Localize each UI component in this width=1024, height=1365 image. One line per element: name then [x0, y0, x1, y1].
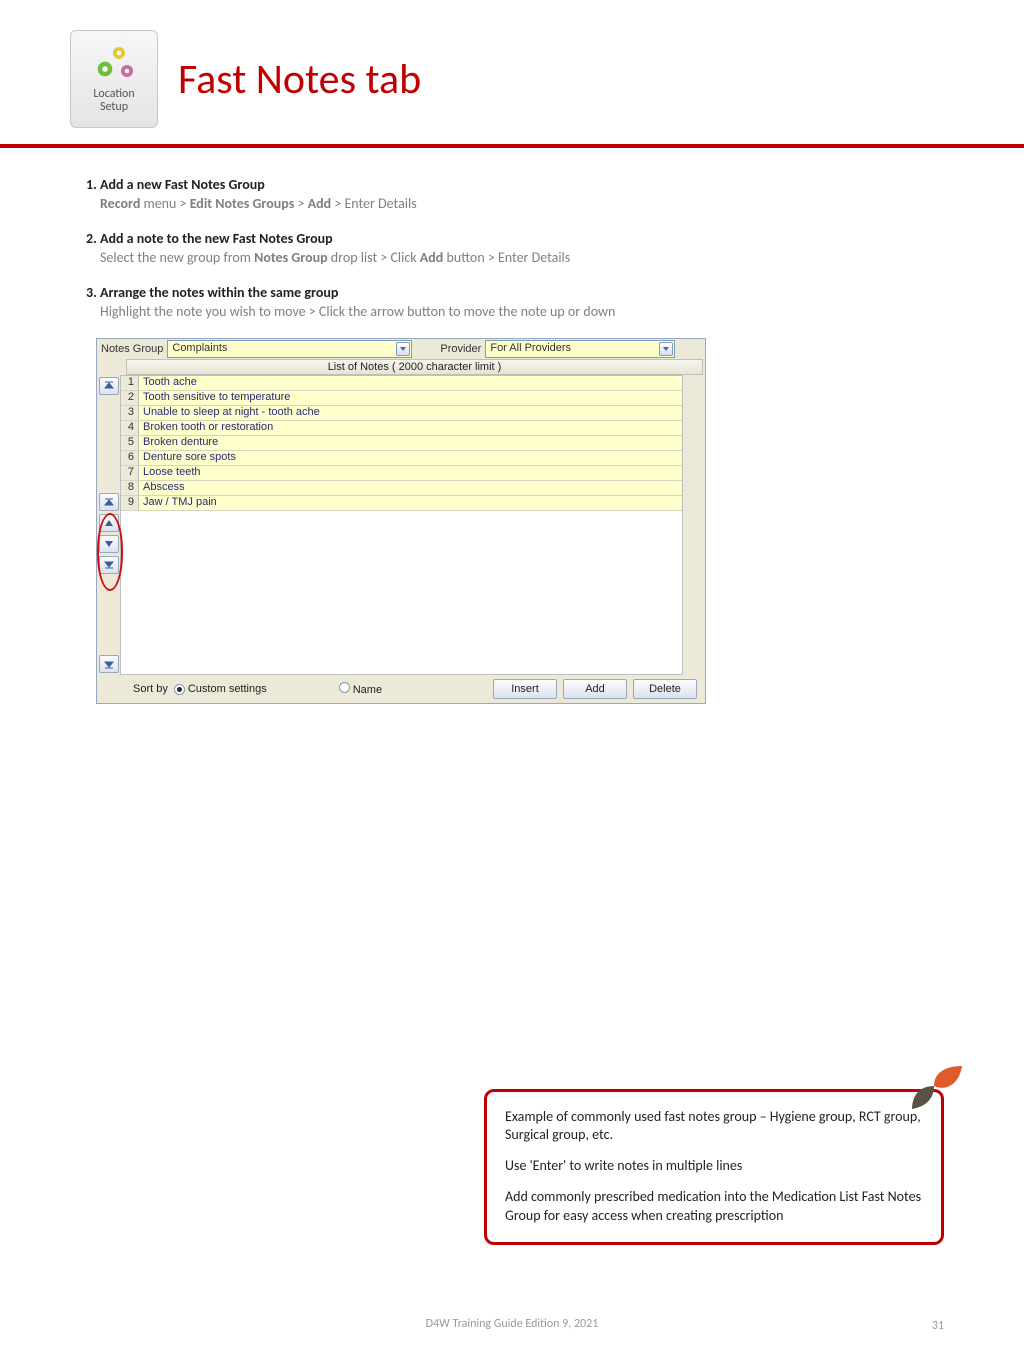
step-title: Add a new Fast Notes Group	[100, 176, 265, 193]
move-bottom-button[interactable]	[99, 655, 119, 673]
table-row[interactable]: 5Broken denture	[121, 436, 682, 451]
callout-p1: Example of commonly used fast notes grou…	[505, 1108, 923, 1146]
callout-p2: Use 'Enter' to write notes in multiple l…	[505, 1157, 923, 1176]
page-number: 31	[932, 1319, 944, 1333]
step-1: Add a new Fast Notes Group Record menu >…	[100, 176, 954, 212]
table-row[interactable]: 2Tooth sensitive to temperature	[121, 391, 682, 406]
notes-table: 1Tooth ache 2Tooth sensitive to temperat…	[120, 375, 683, 675]
table-row[interactable]: 4Broken tooth or restoration	[121, 421, 682, 436]
gears-icon	[90, 44, 138, 84]
screenshot-bottombar: Sort by Custom settings Name Insert Add …	[97, 675, 705, 703]
sort-by-label: Sort by	[133, 683, 168, 695]
notes-group-label: Notes Group	[101, 343, 163, 355]
steps-list: Add a new Fast Notes Group Record menu >…	[70, 176, 954, 320]
table-row[interactable]: 6Denture sore spots	[121, 451, 682, 466]
fast-notes-screenshot: Notes Group Complaints Provider For All …	[96, 338, 706, 704]
table-row[interactable]: 8Abscess	[121, 481, 682, 496]
provider-combo[interactable]: For All Providers	[485, 340, 675, 358]
screenshot-topbar: Notes Group Complaints Provider For All …	[97, 339, 705, 359]
highlight-ring	[97, 513, 123, 591]
icon-caption: Location Setup	[93, 88, 134, 114]
table-row[interactable]: 1Tooth ache	[121, 376, 682, 391]
page-title: Fast Notes tab	[178, 54, 421, 105]
page-header: Location Setup Fast Notes tab	[70, 30, 954, 128]
table-row[interactable]: 3Unable to sleep at night - tooth ache	[121, 406, 682, 421]
step-detail: Record menu > Edit Notes Groups > Add > …	[100, 195, 954, 212]
step-detail: Highlight the note you wish to move > Cl…	[100, 303, 954, 320]
tip-callout: Example of commonly used fast notes grou…	[484, 1089, 944, 1245]
add-button[interactable]: Add	[563, 679, 627, 699]
location-setup-icon: Location Setup	[70, 30, 158, 128]
provider-label: Provider	[440, 343, 481, 355]
chevron-down-icon	[659, 342, 673, 356]
move-up-top-button[interactable]	[99, 493, 119, 511]
step-title: Add a note to the new Fast Notes Group	[100, 230, 333, 247]
table-row[interactable]: 9Jaw / TMJ pain	[121, 496, 682, 511]
delete-button[interactable]: Delete	[633, 679, 697, 699]
table-row[interactable]: 7Loose teeth	[121, 466, 682, 481]
list-header: List of Notes ( 2000 character limit )	[126, 359, 703, 375]
radio-name[interactable]: Name	[339, 682, 382, 696]
leaf-icon	[904, 1061, 964, 1111]
callout-p3: Add commonly prescribed medication into …	[505, 1188, 923, 1226]
chevron-down-icon	[396, 342, 410, 356]
step-detail: Select the new group from Notes Group dr…	[100, 249, 954, 266]
insert-button[interactable]: Insert	[493, 679, 557, 699]
move-top-button[interactable]	[99, 377, 119, 395]
footer-text: D4W Training Guide Edition 9, 2021	[0, 1317, 1024, 1331]
step-2: Add a note to the new Fast Notes Group S…	[100, 230, 954, 266]
header-rule	[0, 144, 1024, 148]
radio-custom[interactable]: Custom settings	[174, 683, 267, 695]
callout-box: Example of commonly used fast notes grou…	[484, 1089, 944, 1245]
step-3: Arrange the notes within the same group …	[100, 284, 954, 320]
step-title: Arrange the notes within the same group	[100, 284, 338, 301]
notes-group-combo[interactable]: Complaints	[167, 340, 412, 358]
reorder-arrows	[97, 375, 120, 675]
